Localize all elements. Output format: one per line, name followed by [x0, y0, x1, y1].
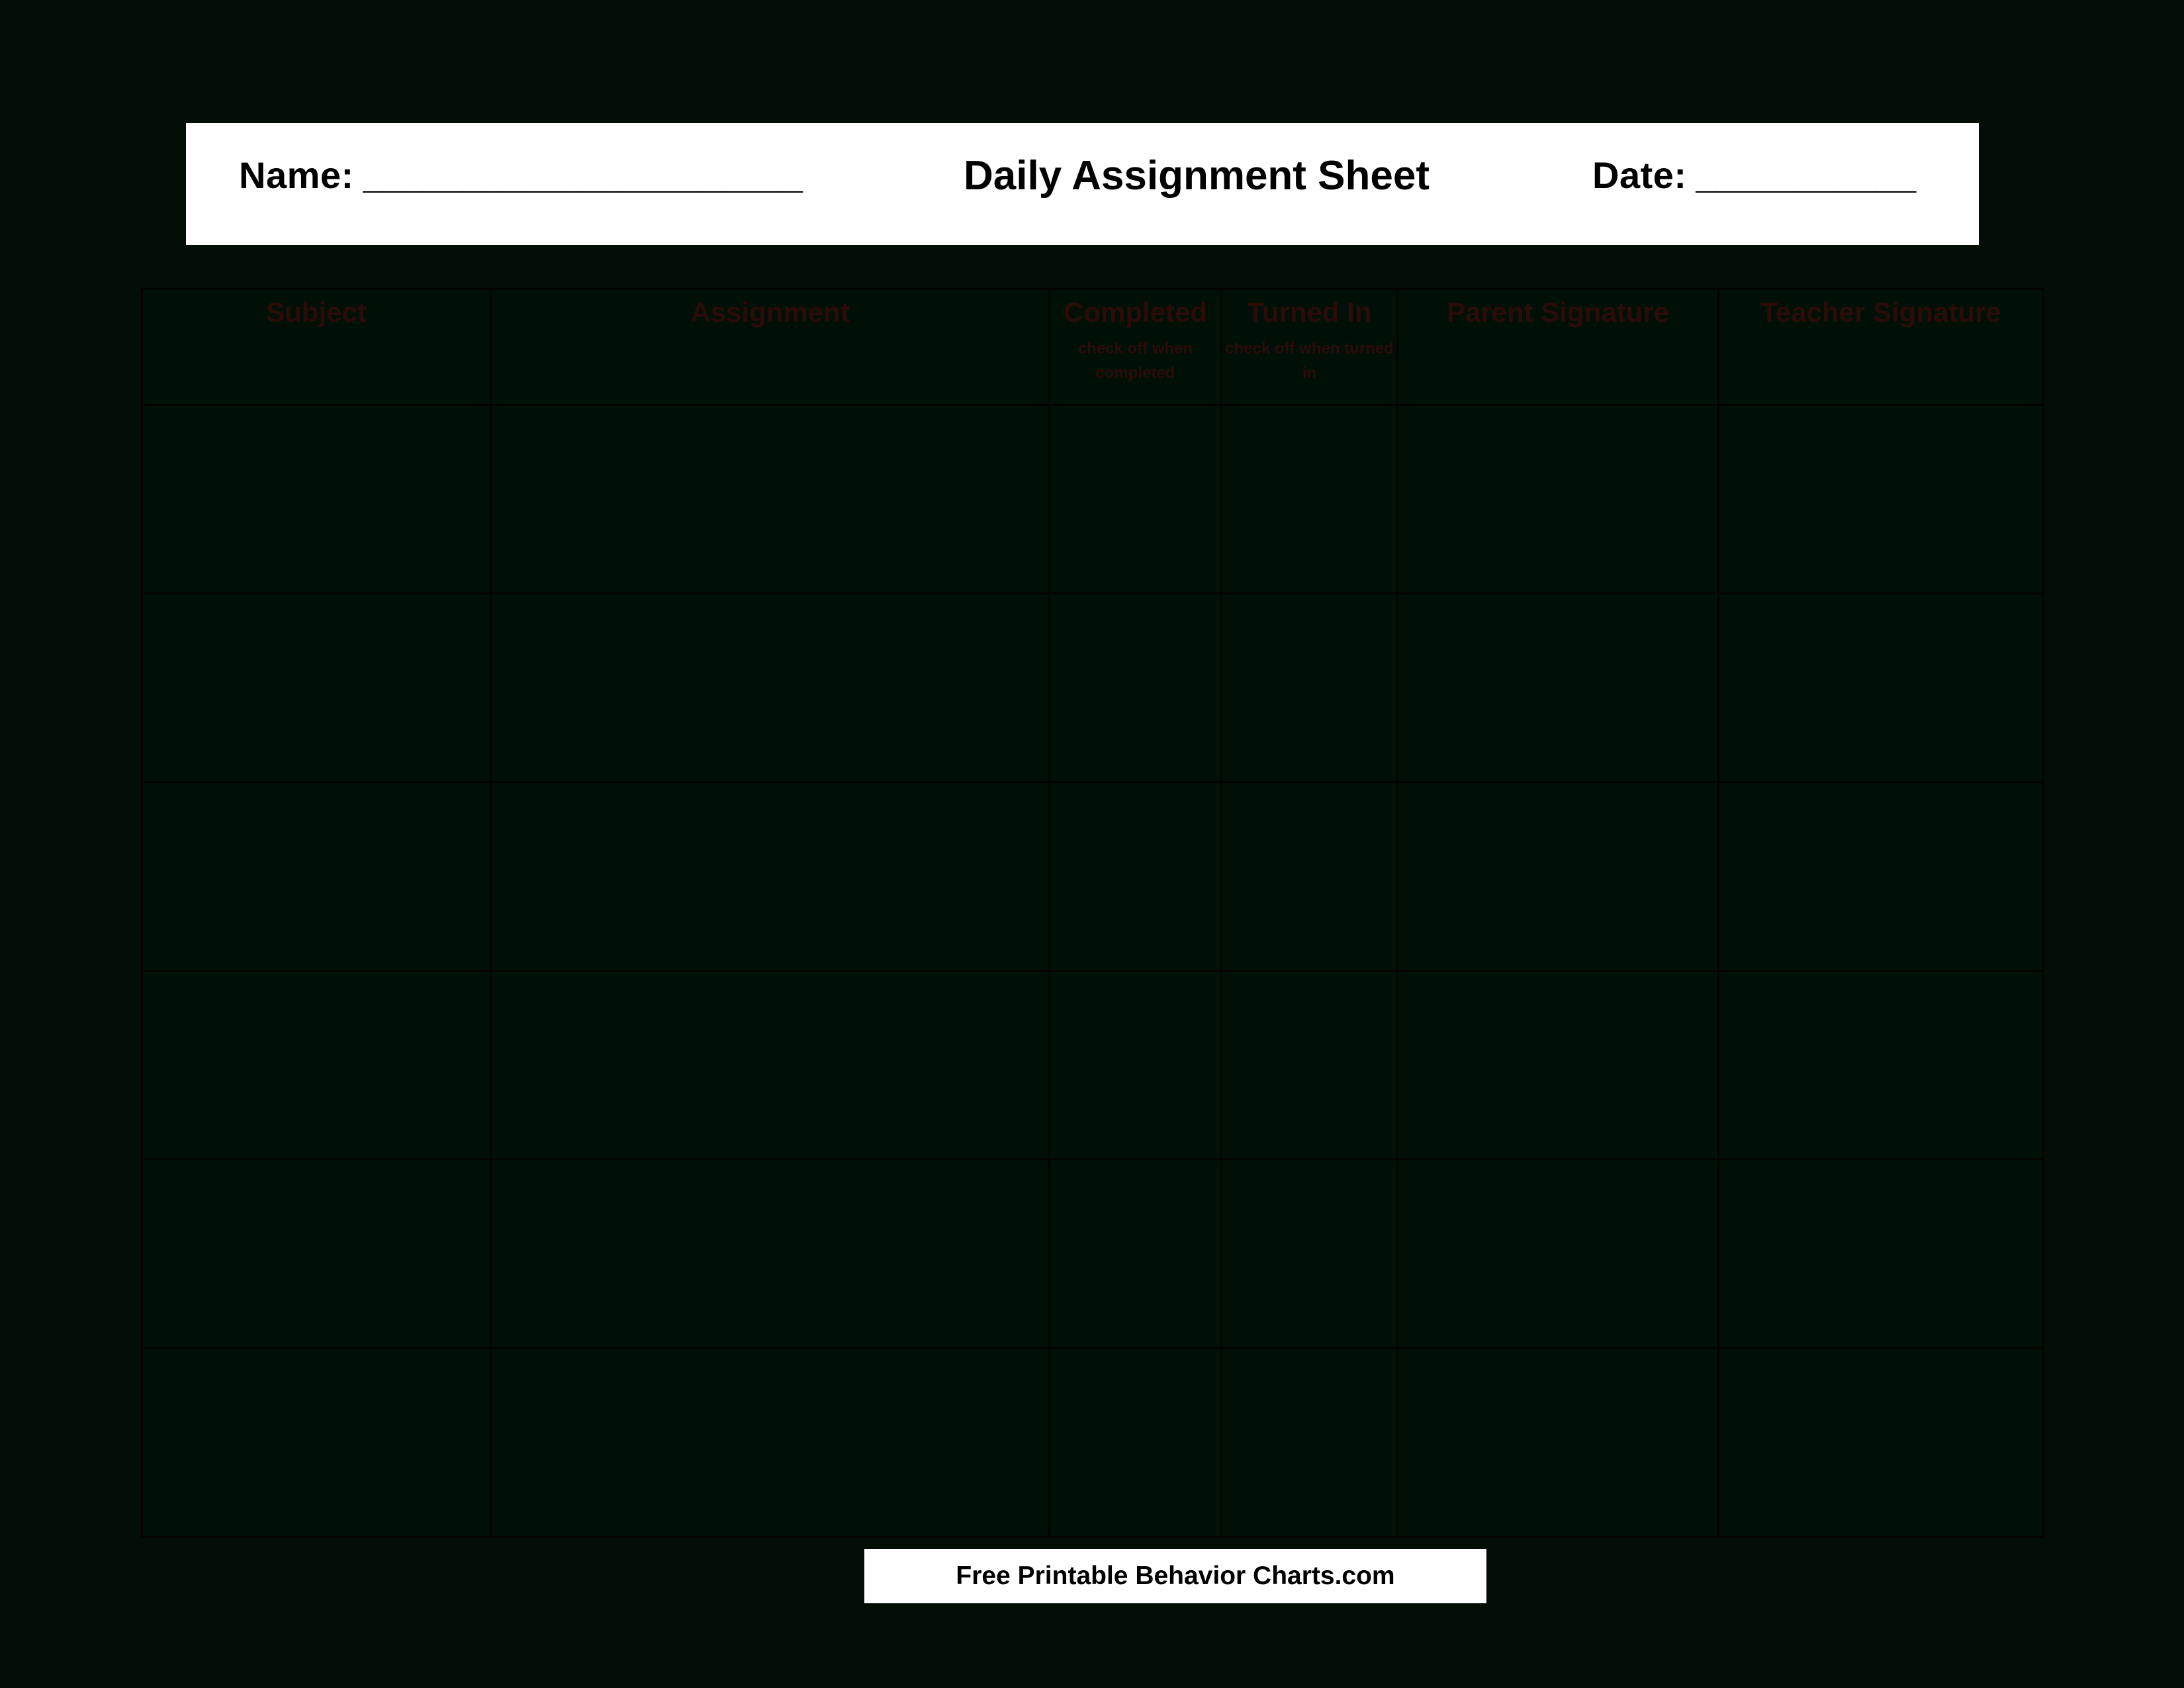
cell-teacher-signature[interactable] — [1717, 404, 2044, 594]
table-row — [141, 1347, 2044, 1538]
column-header-completed-subtitle: check off when completed — [1077, 340, 1193, 383]
cell-turned-in[interactable] — [1220, 1347, 1398, 1538]
cell-completed[interactable] — [1048, 1158, 1222, 1349]
cell-parent-signature[interactable] — [1396, 404, 1719, 594]
column-header-parent-signature: Parent Signature — [1396, 288, 1719, 406]
cell-turned-in[interactable] — [1220, 970, 1398, 1160]
column-header-subject-title: Subject — [266, 297, 367, 328]
cell-subject[interactable] — [141, 970, 492, 1160]
cell-assignment[interactable] — [490, 970, 1050, 1160]
cell-turned-in[interactable] — [1220, 781, 1398, 972]
cell-completed[interactable] — [1048, 592, 1222, 783]
column-header-assignment-title: Assignment — [690, 297, 850, 328]
cell-parent-signature[interactable] — [1396, 970, 1719, 1160]
cell-assignment[interactable] — [490, 1158, 1050, 1349]
table-row — [141, 1158, 2044, 1349]
cell-parent-signature[interactable] — [1396, 1158, 1719, 1349]
cell-completed[interactable] — [1048, 1347, 1222, 1538]
cell-assignment[interactable] — [490, 1347, 1050, 1538]
cell-completed[interactable] — [1048, 970, 1222, 1160]
cell-subject[interactable] — [141, 404, 492, 594]
cell-assignment[interactable] — [490, 592, 1050, 783]
cell-parent-signature[interactable] — [1396, 592, 1719, 783]
cell-turned-in[interactable] — [1220, 1158, 1398, 1349]
column-header-turned-in-title: Turned In — [1247, 297, 1372, 328]
cell-parent-signature[interactable] — [1396, 1347, 1719, 1538]
cell-subject[interactable] — [141, 1347, 492, 1538]
cell-parent-signature[interactable] — [1396, 781, 1719, 972]
cell-assignment[interactable] — [490, 781, 1050, 972]
cell-assignment[interactable] — [490, 404, 1050, 594]
name-input-blank[interactable]: ______________________ — [363, 154, 803, 197]
column-header-turned-in-subtitle: check off when turned in — [1225, 340, 1394, 383]
date-field-group: Date: ___________ — [1592, 154, 1917, 197]
cell-teacher-signature[interactable] — [1717, 1158, 2044, 1349]
table-row — [141, 404, 2044, 594]
cell-completed[interactable] — [1048, 781, 1222, 972]
footer-attribution-box: Free Printable Behavior Charts.com — [864, 1549, 1486, 1603]
date-label: Date: — [1592, 154, 1687, 196]
table-row — [141, 781, 2044, 972]
table-header-row: Subject Assignment Completed check off w… — [141, 288, 2044, 406]
cell-subject[interactable] — [141, 592, 492, 783]
column-header-turned-in: Turned In check off when turned in — [1220, 288, 1398, 406]
cell-teacher-signature[interactable] — [1717, 1347, 2044, 1538]
date-input-blank[interactable]: ___________ — [1696, 154, 1917, 197]
column-header-subject: Subject — [141, 288, 492, 406]
cell-subject[interactable] — [141, 781, 492, 972]
column-header-completed-title: Completed — [1063, 297, 1207, 328]
name-field-group: Name: ______________________ — [239, 154, 803, 197]
cell-turned-in[interactable] — [1220, 592, 1398, 783]
cell-completed[interactable] — [1048, 404, 1222, 594]
sheet-header-bar: Name: ______________________ Daily Assig… — [186, 123, 1979, 245]
table-row — [141, 592, 2044, 783]
cell-teacher-signature[interactable] — [1717, 970, 2044, 1160]
column-header-assignment: Assignment — [490, 288, 1050, 406]
column-header-completed: Completed check off when completed — [1048, 288, 1222, 406]
cell-teacher-signature[interactable] — [1717, 592, 2044, 783]
name-label: Name: — [239, 154, 354, 196]
page-title: Daily Assignment Sheet — [964, 153, 1430, 199]
column-header-parent-signature-title: Parent Signature — [1446, 297, 1670, 328]
assignment-table: Subject Assignment Completed check off w… — [141, 288, 2044, 1538]
cell-subject[interactable] — [141, 1158, 492, 1349]
footer-attribution-text: Free Printable Behavior Charts.com — [956, 1562, 1395, 1590]
cell-turned-in[interactable] — [1220, 404, 1398, 594]
cell-teacher-signature[interactable] — [1717, 781, 2044, 972]
column-header-teacher-signature-title: Teacher Signature — [1760, 297, 2001, 328]
table-row — [141, 970, 2044, 1160]
column-header-teacher-signature: Teacher Signature — [1717, 288, 2044, 406]
